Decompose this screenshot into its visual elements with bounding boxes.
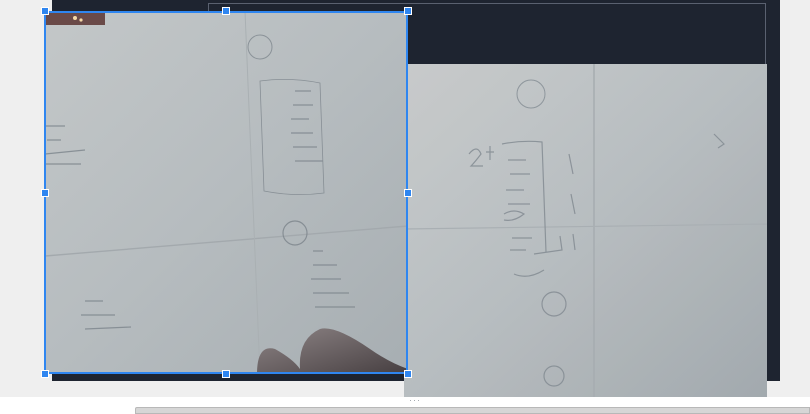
resize-handle-middle-left[interactable] [41, 189, 49, 197]
resize-handle-middle-right[interactable] [404, 189, 412, 197]
pane-splitter-grip[interactable]: ··· [405, 396, 425, 405]
resize-handle-bottom-right[interactable] [404, 370, 412, 378]
resize-handle-top-left[interactable] [41, 7, 49, 15]
photo-worksheet-right-image [404, 64, 767, 397]
horizontal-scrollbar[interactable] [135, 407, 810, 414]
selection-frame [44, 11, 408, 374]
resize-handle-top-right[interactable] [404, 7, 412, 15]
photo-worksheet-right[interactable] [404, 64, 767, 397]
resize-handle-bottom-center[interactable] [222, 370, 230, 378]
resize-handle-top-center[interactable] [222, 7, 230, 15]
resize-handle-bottom-left[interactable] [41, 370, 49, 378]
